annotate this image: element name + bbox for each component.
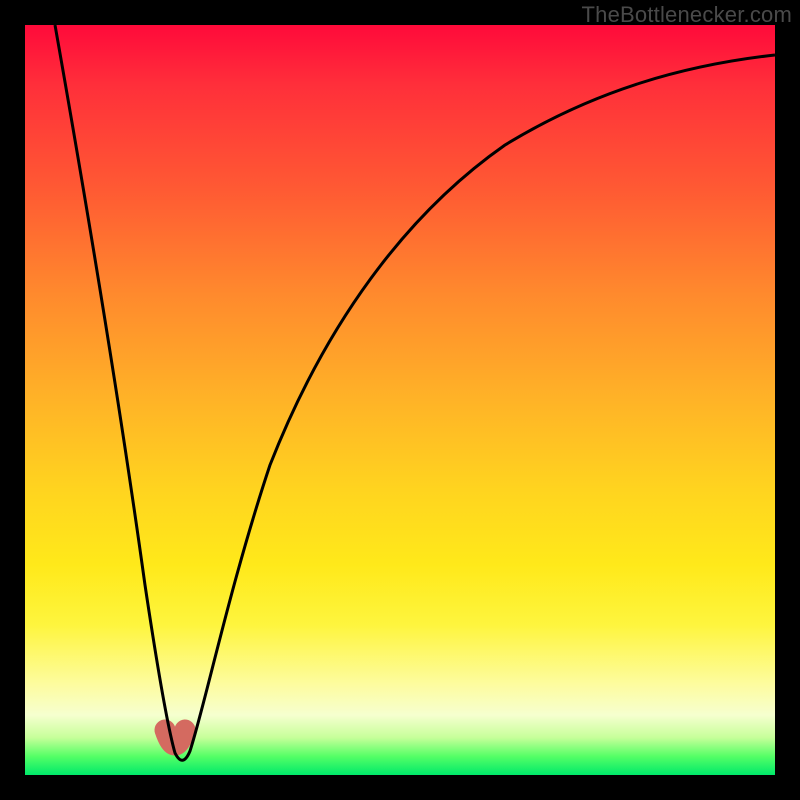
- bottleneck-curve: [55, 25, 775, 760]
- bottleneck-curve-svg: [25, 25, 775, 775]
- chart-frame: TheBottlenecker.com: [0, 0, 800, 800]
- watermark-text: TheBottlenecker.com: [582, 2, 792, 28]
- plot-area: [25, 25, 775, 775]
- minimum-marker: [165, 730, 185, 745]
